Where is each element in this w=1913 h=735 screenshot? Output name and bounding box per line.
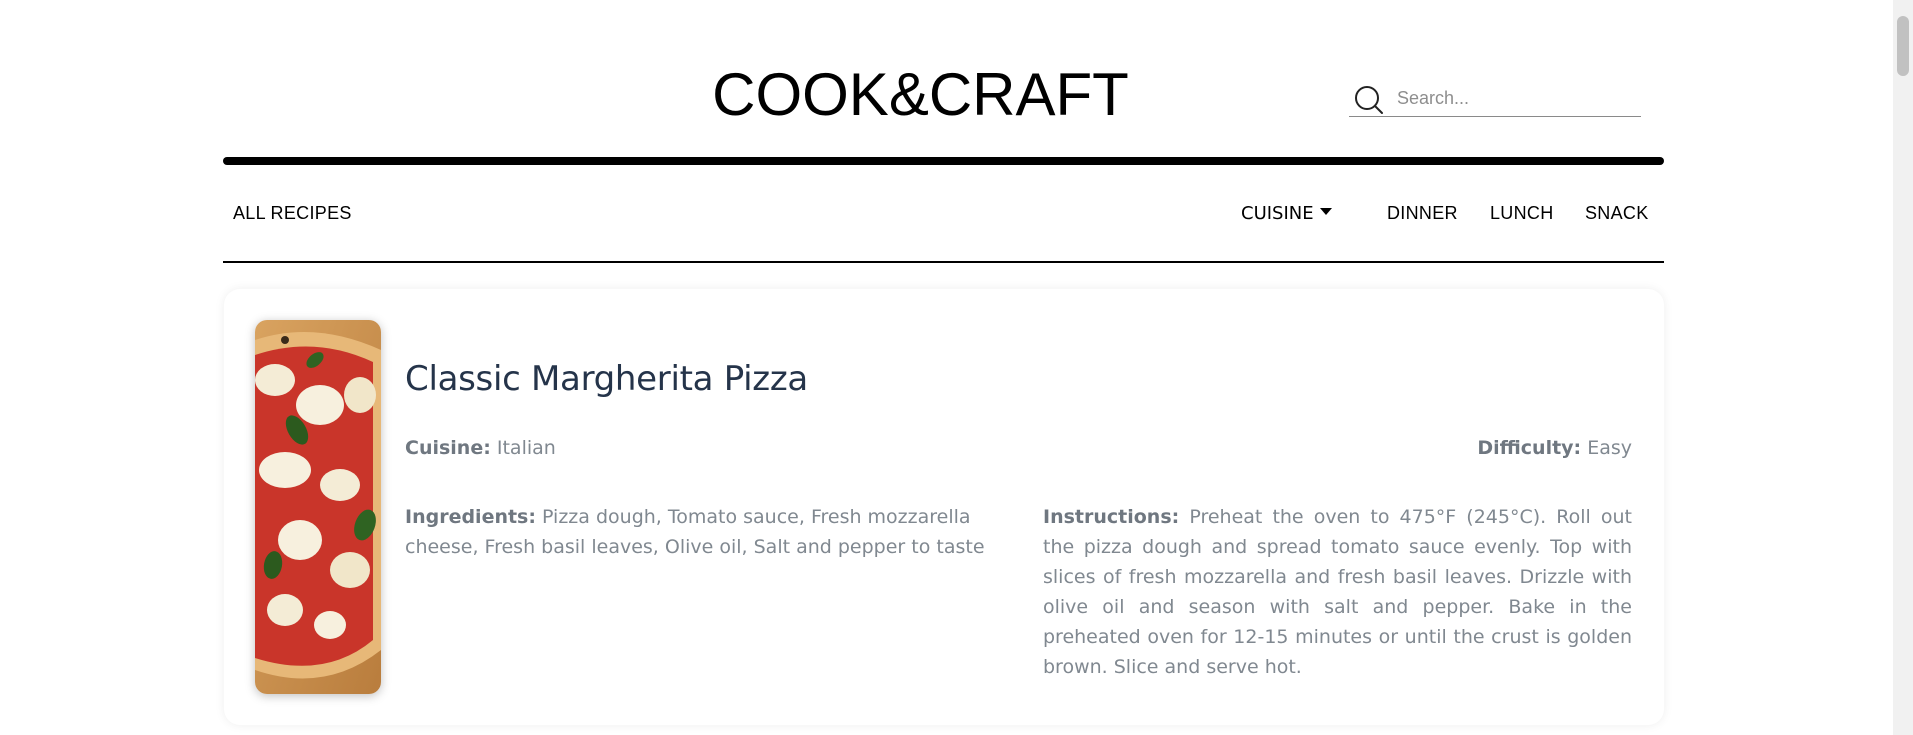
logo-text[interactable]: COOK&CRAFT [712,60,1129,130]
nav-dinner[interactable]: DINNER [1387,203,1458,224]
instructions-label: Instructions: [1043,506,1180,528]
cuisine-label: Cuisine: [405,437,491,459]
ingredients-label: Ingredients: [405,506,536,528]
page: COOK&CRAFT ALL RECIPES CUISINE DINNER LU… [0,0,1893,735]
recipe-cuisine: Cuisine: Italian [405,437,556,459]
difficulty-value: Easy [1587,437,1632,459]
cuisine-dropdown[interactable]: CUISINE [1241,203,1332,224]
recipe-instructions: Instructions: Preheat the oven to 475°F … [1043,502,1632,682]
scrollbar-thumb[interactable] [1897,16,1909,76]
search-icon[interactable] [1351,84,1385,116]
recipe-image[interactable] [255,320,381,694]
search-input[interactable] [1395,84,1639,112]
search-bar[interactable] [1349,80,1641,117]
nav-lunch[interactable]: LUNCH [1490,203,1554,224]
pizza-illustration [255,320,381,694]
nav-all-recipes[interactable]: ALL RECIPES [233,203,352,224]
vertical-scrollbar[interactable] [1893,0,1913,735]
nav-divider [223,261,1664,263]
chevron-down-icon [1319,208,1332,215]
header-divider [223,157,1664,165]
recipe-difficulty: Difficulty: Easy [1477,437,1632,459]
nav-snack[interactable]: SNACK [1585,203,1649,224]
recipe-title: Classic Margherita Pizza [405,359,808,399]
cuisine-dropdown-label: CUISINE [1241,203,1314,224]
recipe-ingredients: Ingredients: Pizza dough, Tomato sauce, … [405,502,1005,562]
instructions-text: Preheat the oven to 475°F (245°C). Roll … [1043,506,1633,678]
cuisine-value: Italian [496,437,556,459]
difficulty-label: Difficulty: [1477,437,1582,459]
recipe-card: Classic Margherita Pizza Cuisine: Italia… [224,289,1664,725]
